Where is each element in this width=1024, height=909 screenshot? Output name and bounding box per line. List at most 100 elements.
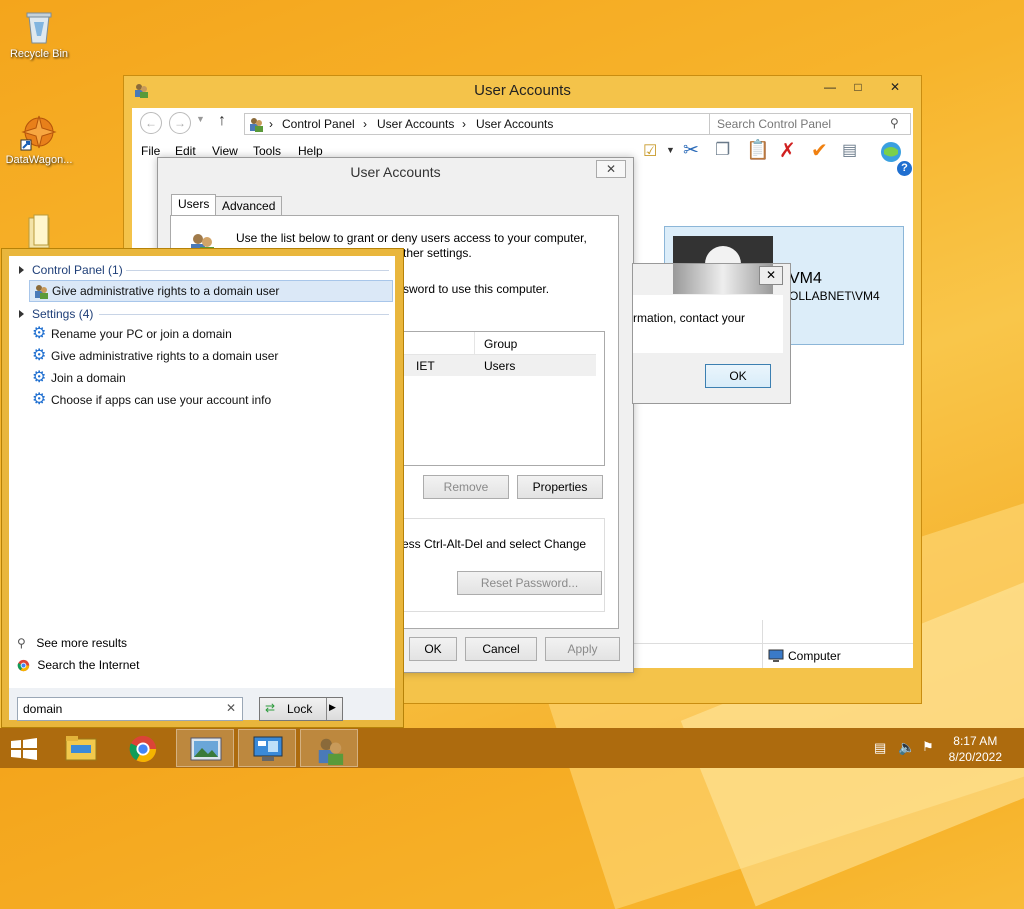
chrome-icon — [17, 659, 30, 672]
taskbar-user-accounts[interactable] — [300, 729, 358, 767]
file-explorer-icon — [65, 736, 97, 761]
taskbar-photo-viewer[interactable] — [176, 729, 234, 767]
title-bar: User Accounts — □ ✕ — [124, 76, 921, 104]
remove-button[interactable]: Remove — [423, 475, 509, 499]
see-more-label: See more results — [36, 636, 128, 650]
message-ok-button[interactable]: OK — [705, 364, 771, 388]
lock-label: Lock — [287, 702, 313, 716]
user-name: VM4 — [789, 270, 822, 287]
tab-advanced[interactable]: Advanced — [215, 196, 283, 215]
menu-file[interactable]: File — [141, 144, 160, 158]
datawagon-icon — [20, 115, 57, 151]
dialog-close-button[interactable]: ✕ — [596, 160, 626, 178]
search-result-item[interactable]: ⚙ Give administrative rights to a domain… — [29, 346, 391, 366]
intro-text-line1: Use the list below to grant or deny user… — [236, 231, 587, 245]
breadcrumb-current[interactable]: User Accounts — [476, 117, 553, 131]
dropdown-arrow-icon[interactable]: ▼ — [666, 145, 675, 155]
search-input[interactable]: domain ✕ — [17, 697, 243, 721]
password-required-text: sword to use this computer. — [403, 282, 550, 296]
forward-button[interactable]: → — [169, 112, 191, 134]
folder-icon — [28, 214, 50, 249]
delete-icon[interactable]: ✗ — [779, 138, 796, 163]
photo-viewer-icon — [190, 737, 222, 761]
search-result-item[interactable]: ⚙ Choose if apps can use your account in… — [29, 390, 391, 410]
menu-view[interactable]: View — [212, 144, 238, 158]
lock-options-arrow-icon[interactable]: ▶ — [329, 702, 336, 713]
user-domain: OLLABNET\VM4 — [789, 289, 880, 303]
search-control-panel-input[interactable]: Search Control Panel ⚲ — [709, 113, 911, 135]
lock-icon: ⇄ — [265, 701, 276, 715]
clock-time: 8:17 AM — [953, 734, 998, 748]
taskbar-file-explorer[interactable] — [52, 729, 110, 767]
menu-tools[interactable]: Tools — [253, 144, 281, 158]
lock-button[interactable]: ⇄ Lock ▶ — [259, 697, 343, 721]
action-center-flag-icon[interactable]: ⚑ — [922, 739, 934, 755]
desktop-icon-recycle-bin[interactable]: Recycle Bin — [0, 6, 78, 60]
message-close-button[interactable]: ✕ — [759, 266, 783, 285]
copy-icon[interactable]: ❐ — [715, 140, 730, 160]
properties-button[interactable]: Properties — [517, 475, 603, 499]
search-query: domain — [23, 702, 63, 716]
menu-edit[interactable]: Edit — [175, 144, 196, 158]
apply-button[interactable]: Apply — [545, 637, 620, 661]
clock[interactable]: 8:17 AM 8/20/2022 — [949, 733, 1002, 765]
cancel-button[interactable]: Cancel — [465, 637, 537, 661]
checkmark-icon[interactable]: ✔ — [811, 138, 828, 163]
paste-icon[interactable]: 📋 — [746, 138, 770, 162]
clock-date: 8/20/2022 — [948, 750, 1002, 764]
minimize-button[interactable]: — — [816, 77, 844, 97]
table-cell-user: IET — [416, 359, 435, 373]
group-divider — [99, 314, 389, 315]
search-internet-link[interactable]: Search the Internet — [17, 656, 139, 674]
start-button[interactable] — [10, 738, 38, 760]
search-result-item[interactable]: Give administrative rights to a domain u… — [29, 280, 393, 302]
search-placeholder: Search Control Panel — [717, 117, 832, 131]
tab-users[interactable]: Users — [171, 194, 217, 216]
up-button[interactable]: ↑ — [218, 112, 226, 130]
blurred-image — [673, 264, 773, 294]
see-more-results-link[interactable]: ⚲ See more results — [17, 634, 127, 652]
search-group-control-panel[interactable]: Control Panel (1) — [19, 263, 123, 277]
column-group-header[interactable]: Group — [484, 337, 517, 351]
help-icon[interactable]: ? — [897, 161, 912, 176]
network-icon[interactable]: ▤ — [874, 740, 886, 756]
magnifier-icon: ⚲ — [17, 636, 26, 650]
search-result-item[interactable]: ⚙ Rename your PC or join a domain — [29, 324, 391, 344]
back-button[interactable]: ← — [140, 112, 162, 134]
intro-text-line2: ther settings. — [403, 246, 472, 260]
close-button[interactable]: ✕ — [872, 77, 918, 97]
breadcrumb-user-accounts[interactable]: User Accounts — [377, 117, 454, 131]
desktop-icon-datawagon[interactable]: DataWagon... — [0, 112, 78, 166]
search-result-item[interactable]: ⚙ Join a domain — [29, 368, 391, 388]
reset-password-button[interactable]: Reset Password... — [457, 571, 602, 595]
search-results: Control Panel (1) Give administrative ri… — [9, 256, 395, 721]
taskbar-chrome[interactable] — [114, 729, 172, 767]
dialog-title: User Accounts — [350, 164, 441, 180]
search-result-label: Give administrative rights to a domain u… — [52, 284, 280, 298]
menu-help[interactable]: Help — [298, 144, 323, 158]
desktop-icon-label: Recycle Bin — [9, 48, 69, 60]
search-result-label: Rename your PC or join a domain — [51, 327, 232, 341]
navigation-bar: ← → ▼ ↑ › Control Panel › User Accounts … — [132, 108, 913, 138]
properties-icon[interactable]: ▤ — [842, 140, 857, 160]
breadcrumb-separator: › — [269, 117, 273, 131]
folder-toolbar-icon[interactable]: ☑ — [643, 141, 657, 161]
breadcrumb-control-panel[interactable]: Control Panel — [282, 117, 355, 131]
recent-locations-dropdown[interactable]: ▼ — [196, 114, 205, 124]
globe-icon[interactable] — [880, 141, 902, 163]
expand-arrow-icon — [19, 266, 24, 274]
status-divider — [762, 620, 763, 668]
clear-search-icon[interactable]: ✕ — [226, 701, 236, 715]
search-group-settings[interactable]: Settings (4) — [19, 307, 93, 321]
search-result-label: Give administrative rights to a domain u… — [51, 349, 279, 363]
breadcrumb-separator: › — [363, 117, 367, 131]
desktop-icon-label: DataWagon... — [5, 154, 73, 166]
ok-button[interactable]: OK — [409, 637, 457, 661]
taskbar-control-panel[interactable] — [238, 729, 296, 767]
cut-icon[interactable]: ✂ — [683, 139, 699, 162]
message-body: rmation, contact your — [633, 295, 783, 353]
search-result-label: Choose if apps can use your account info — [51, 393, 272, 407]
taskbar: ▤ 🔈 ⚑ 8:17 AM 8/20/2022 — [0, 728, 1024, 768]
volume-icon[interactable]: 🔈 — [898, 739, 915, 756]
maximize-button[interactable]: □ — [844, 77, 872, 97]
